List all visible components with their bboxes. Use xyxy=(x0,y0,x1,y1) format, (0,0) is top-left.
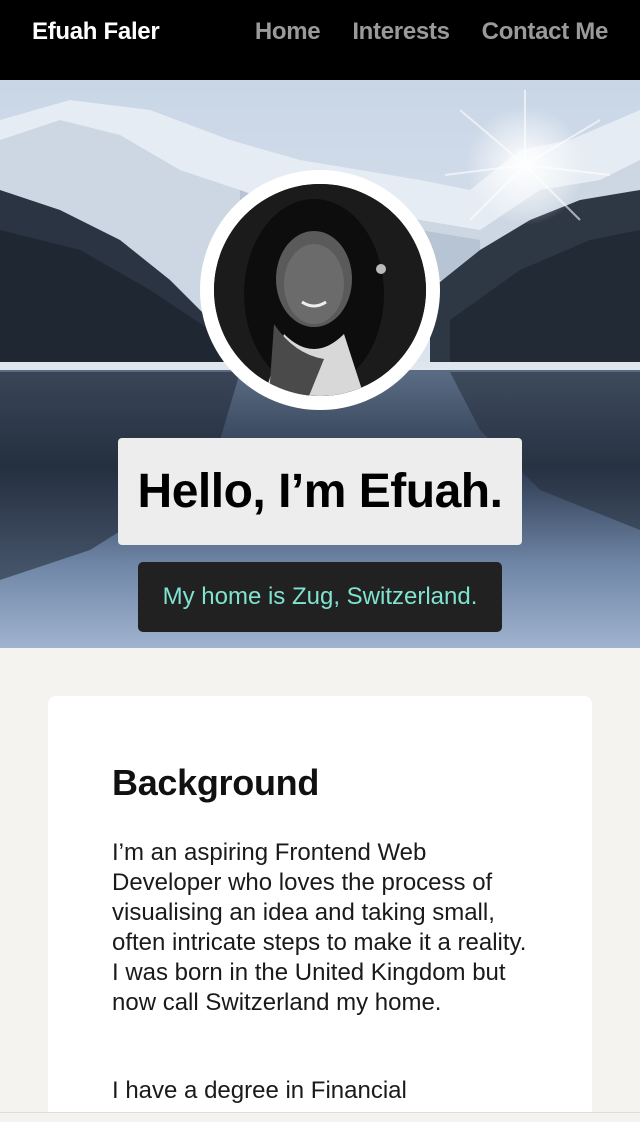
page-bottom-edge xyxy=(0,1112,640,1122)
profile-photo xyxy=(214,184,426,396)
location-box: My home is Zug, Switzerland. xyxy=(138,562,502,632)
nav-links: Home Interests Contact Me xyxy=(255,18,608,46)
hero-headline: Hello, I’m Efuah. xyxy=(137,465,503,518)
top-navbar: Efuah Faler Home Interests Contact Me xyxy=(0,0,640,80)
background-heading: Background xyxy=(112,762,320,803)
hero-section: Hello, I’m Efuah. My home is Zug, Switze… xyxy=(0,80,640,648)
nav-link-interests[interactable]: Interests xyxy=(352,18,450,46)
background-card: Background I’m an aspiring Frontend Web … xyxy=(48,696,592,1122)
brand-link[interactable]: Efuah Faler xyxy=(32,18,160,46)
hero-location-text: My home is Zug, Switzerland. xyxy=(162,583,478,610)
profile-photo-frame xyxy=(200,170,440,410)
nav-link-contact[interactable]: Contact Me xyxy=(482,18,609,46)
headline-box: Hello, I’m Efuah. xyxy=(118,438,522,545)
background-paragraph-2: I have a degree in Financial xyxy=(112,1077,407,1104)
nav-link-home[interactable]: Home xyxy=(255,18,321,46)
background-paragraph-1: I’m an aspiring Frontend Web Developer w… xyxy=(112,839,527,1016)
